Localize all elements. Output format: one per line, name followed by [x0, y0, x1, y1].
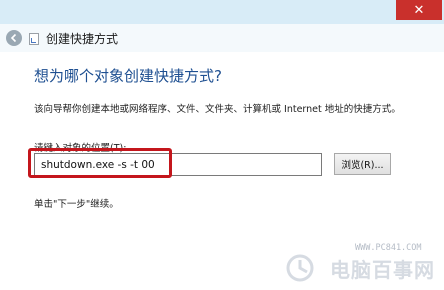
close-icon: ✕: [413, 2, 425, 18]
page-heading: 想为哪个对象创建快捷方式?: [34, 67, 222, 85]
wizard-title: 创建快捷方式: [46, 32, 119, 46]
shortcut-wizard-icon: [29, 33, 39, 45]
window-titlebar: ✕: [0, 0, 444, 24]
browse-button[interactable]: 浏览(R)...: [334, 153, 391, 175]
back-arrow-icon: [10, 33, 17, 43]
back-button[interactable]: [6, 30, 22, 46]
location-input[interactable]: [34, 153, 322, 176]
next-step-hint: 单击"下一步"继续。: [34, 199, 119, 210]
wizard-description: 该向导帮你创建本地或网络程序、文件、文件夹、计算机或 Internet 地址的快…: [34, 104, 401, 115]
watermark-url: WWW.PC841.COM: [355, 243, 422, 253]
watermark-logo-icon: [286, 254, 314, 282]
close-button[interactable]: ✕: [396, 0, 442, 20]
location-label: 请键入对象的位置(T):: [34, 143, 127, 154]
watermark-text: 电脑百事网: [330, 258, 435, 282]
